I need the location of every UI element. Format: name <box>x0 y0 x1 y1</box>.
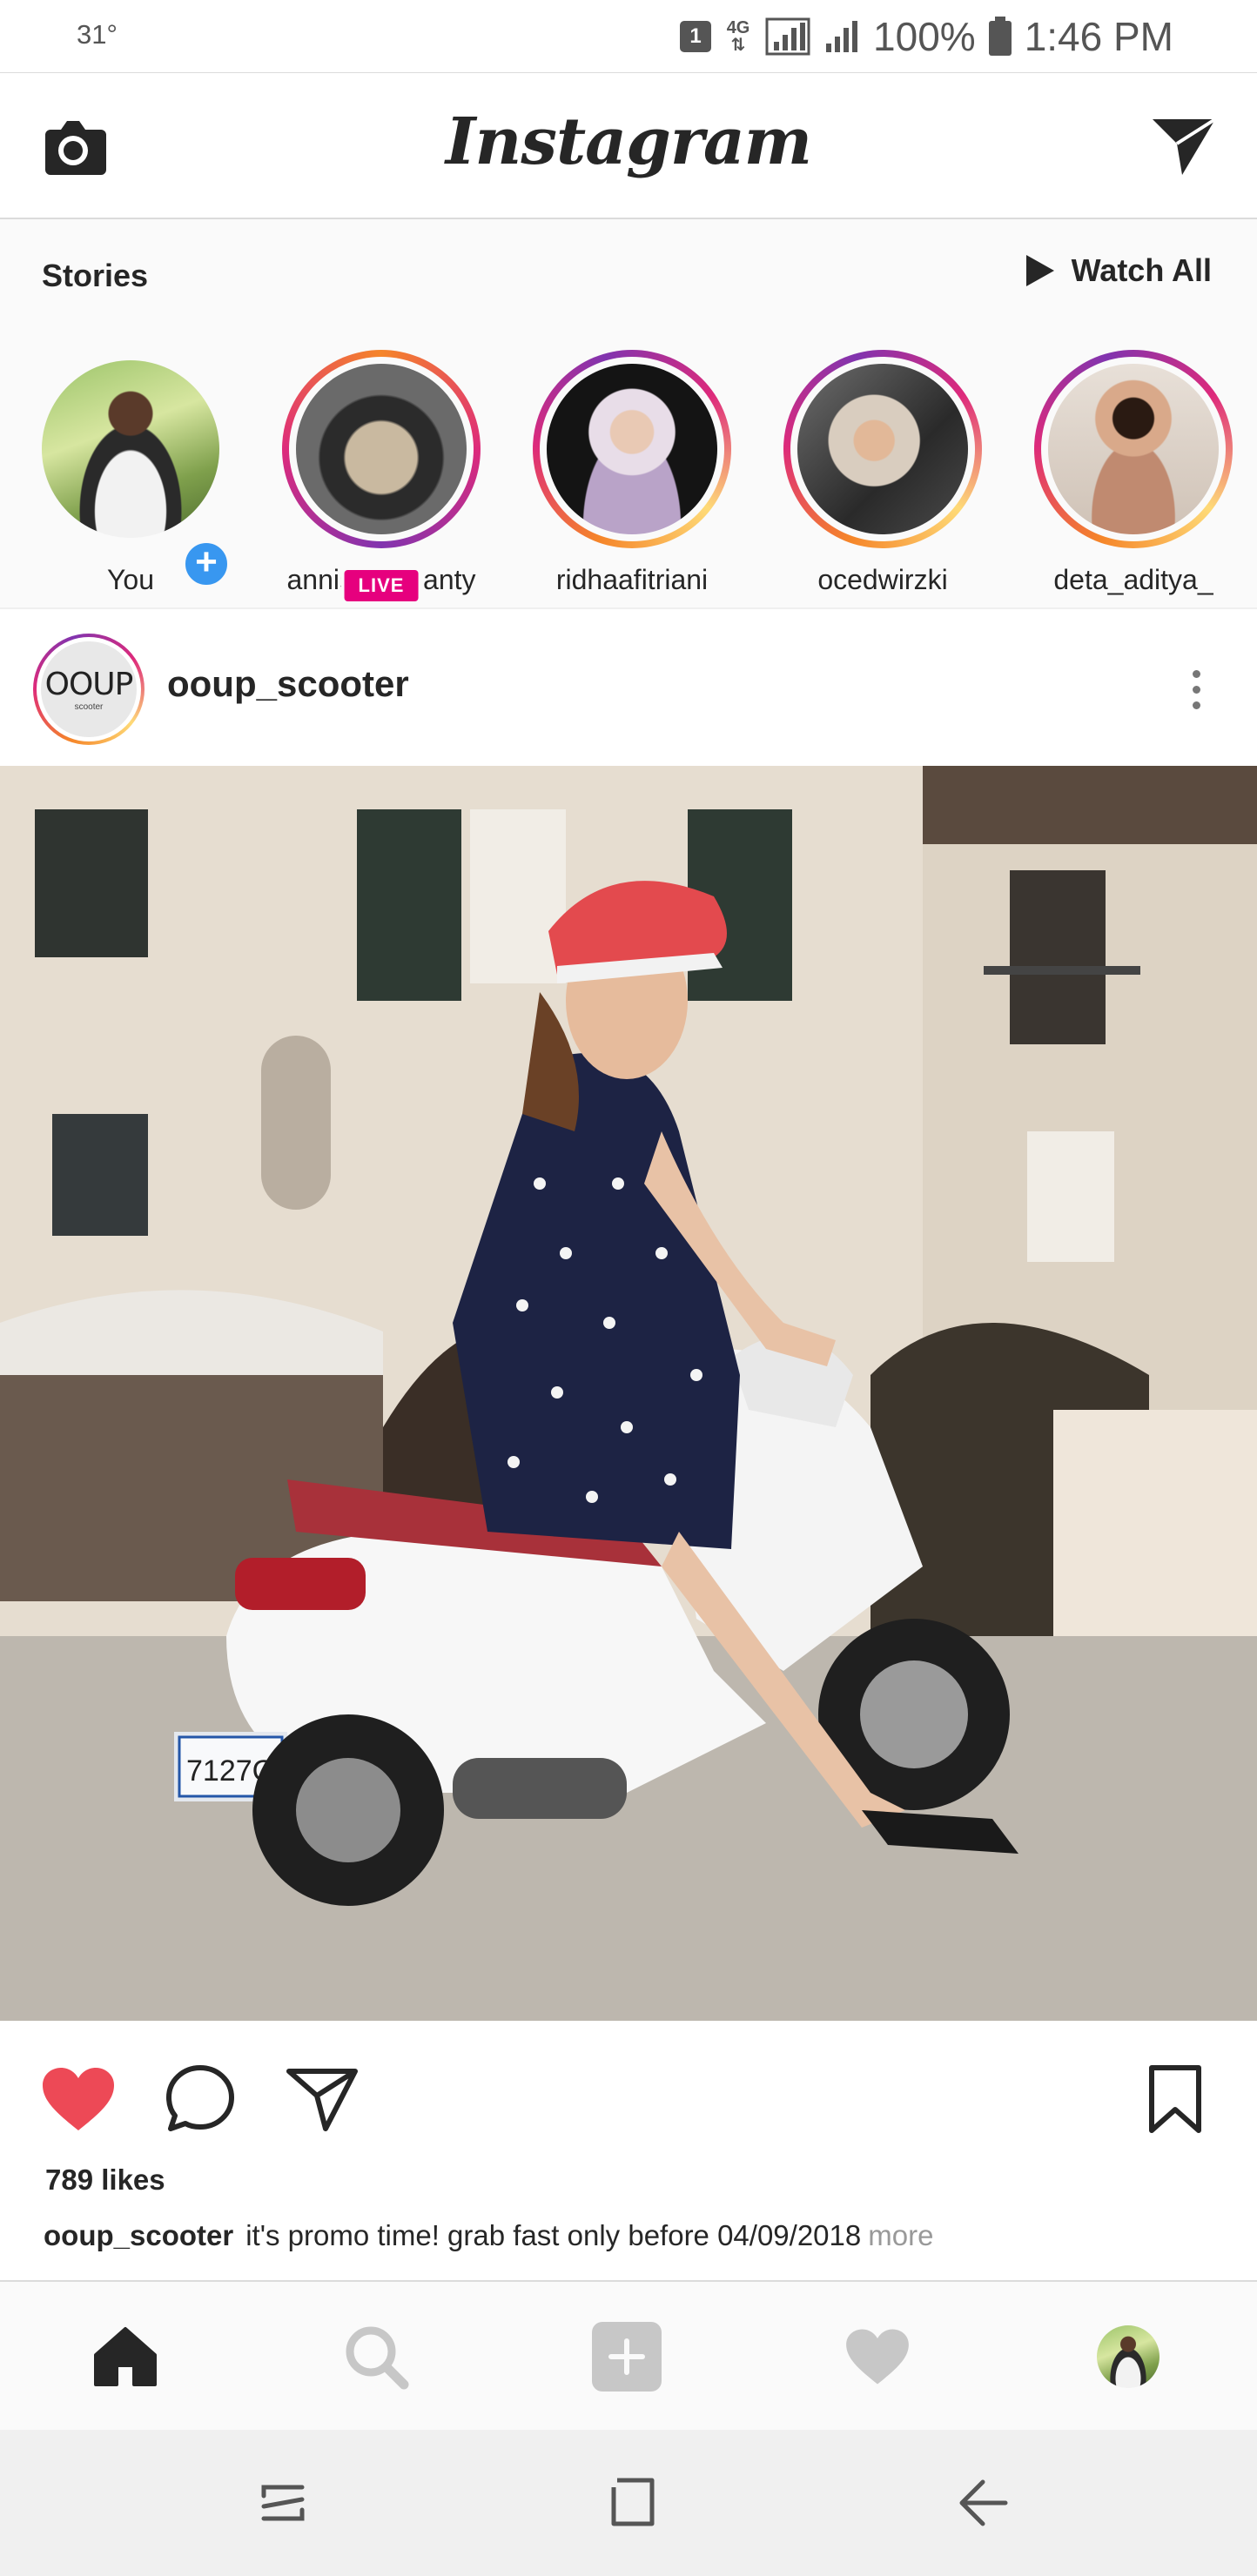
nav-activity[interactable] <box>834 2313 921 2400</box>
comment-icon <box>166 2065 234 2131</box>
avatar-brand-text: OOUP <box>44 667 134 702</box>
add-post-icon <box>592 2322 662 2392</box>
sim-slot-icon: 1 <box>680 21 712 52</box>
post-caption: ooup_scooter it's promo time! grab fast o… <box>44 2219 933 2252</box>
more-dot-icon <box>1192 669 1200 678</box>
home-system-button[interactable] <box>594 2468 672 2538</box>
activity-heart-icon <box>846 2329 909 2385</box>
story-avatar <box>547 364 717 534</box>
story-avatar <box>42 360 219 538</box>
post-avatar: OOUP scooter <box>41 641 137 737</box>
play-icon <box>1025 255 1054 286</box>
recent-apps-icon <box>261 2485 305 2521</box>
back-icon <box>959 2479 1008 2526</box>
story-avatar <box>296 364 467 534</box>
system-navigation-bar <box>0 2430 1257 2576</box>
like-button[interactable] <box>35 2056 122 2143</box>
post-photo-scene: 7127G <box>0 766 1257 2021</box>
post-options-button[interactable] <box>1170 654 1222 724</box>
watch-all-label: Watch All <box>1071 252 1212 288</box>
network-type-icon: 4G ⇅ <box>726 18 750 55</box>
story-item[interactable]: ridhaafitriani <box>519 350 745 596</box>
story-ring <box>533 350 731 548</box>
profile-avatar <box>1097 2325 1160 2388</box>
app-header: Instagram <box>0 73 1257 219</box>
nav-profile[interactable] <box>1085 2313 1172 2400</box>
bookmark-icon <box>1149 2065 1201 2133</box>
status-bar: 31° 1 4G ⇅ 100% 1:46 PM <box>0 0 1257 73</box>
direct-message-button[interactable] <box>1146 111 1222 181</box>
post-photo[interactable]: 7127G <box>0 766 1257 2021</box>
stories-title: Stories <box>42 258 149 293</box>
clock: 1:46 PM <box>1024 14 1173 59</box>
story-ring <box>1034 350 1233 548</box>
live-badge: LIVE <box>340 567 422 605</box>
bottom-navigation <box>0 2280 1257 2430</box>
post-avatar-button[interactable]: OOUP scooter <box>33 634 145 745</box>
post-actions-bar <box>0 2021 1257 2160</box>
story-ring <box>282 350 481 548</box>
like-count[interactable]: 789 likes <box>45 2163 165 2197</box>
status-icons: 1 4G ⇅ 100% 1:46 PM <box>680 9 1173 64</box>
temperature-text: 31° <box>77 19 118 50</box>
back-button[interactable] <box>944 2468 1022 2538</box>
instagram-logo: Instagram <box>445 104 812 179</box>
share-icon <box>286 2069 358 2131</box>
watch-all-button[interactable]: Watch All <box>1025 252 1212 289</box>
save-button[interactable] <box>1132 2056 1219 2143</box>
post-username[interactable]: ooup_scooter <box>167 663 409 705</box>
story-username: deta_aditya_ <box>1053 564 1213 595</box>
story-item-live[interactable]: LIVE annisaprimanty <box>268 350 494 605</box>
story-avatar <box>1048 364 1219 534</box>
story-item[interactable]: deta_aditya_ <box>1020 350 1247 596</box>
search-icon <box>346 2326 409 2390</box>
share-button[interactable] <box>279 2056 366 2143</box>
nav-home[interactable] <box>82 2313 169 2400</box>
story-username: ridhaafitriani <box>555 564 709 595</box>
battery-percent: 100% <box>873 14 976 59</box>
caption-username[interactable]: ooup_scooter <box>44 2219 233 2251</box>
story-avatar <box>797 364 968 534</box>
recent-apps-button[interactable] <box>244 2468 322 2538</box>
more-dot-icon <box>1192 701 1200 709</box>
avatar-brand-subtext: scooter <box>74 702 104 712</box>
caption-more-link[interactable]: more <box>868 2219 933 2251</box>
stories-tray: Stories Watch All + You LIVE annisaprima… <box>0 219 1257 609</box>
direct-message-icon <box>1153 117 1217 175</box>
story-username: ocedwirzki <box>817 564 948 595</box>
story-ring <box>31 350 230 548</box>
comment-button[interactable] <box>157 2056 244 2143</box>
post-header: OOUP scooter ooup_scooter <box>0 611 1257 766</box>
heart-filled-icon <box>43 2068 114 2130</box>
nav-search[interactable] <box>333 2313 420 2400</box>
more-dot-icon <box>1192 685 1200 694</box>
network-type-label: 4G <box>726 18 750 37</box>
story-item[interactable]: ocedwirzki <box>770 350 996 596</box>
battery-icon <box>988 17 1012 56</box>
home-square-icon <box>611 2478 655 2526</box>
signal-strength-icon <box>765 17 810 56</box>
caption-text: it's promo time! grab fast only before 0… <box>245 2219 862 2251</box>
nav-new-post[interactable] <box>583 2313 670 2400</box>
add-story-icon[interactable]: + <box>181 539 232 589</box>
signal-strength-2-icon <box>826 21 858 52</box>
story-item-you[interactable]: + You <box>17 350 244 596</box>
story-ring <box>783 350 982 548</box>
home-icon <box>94 2327 157 2386</box>
